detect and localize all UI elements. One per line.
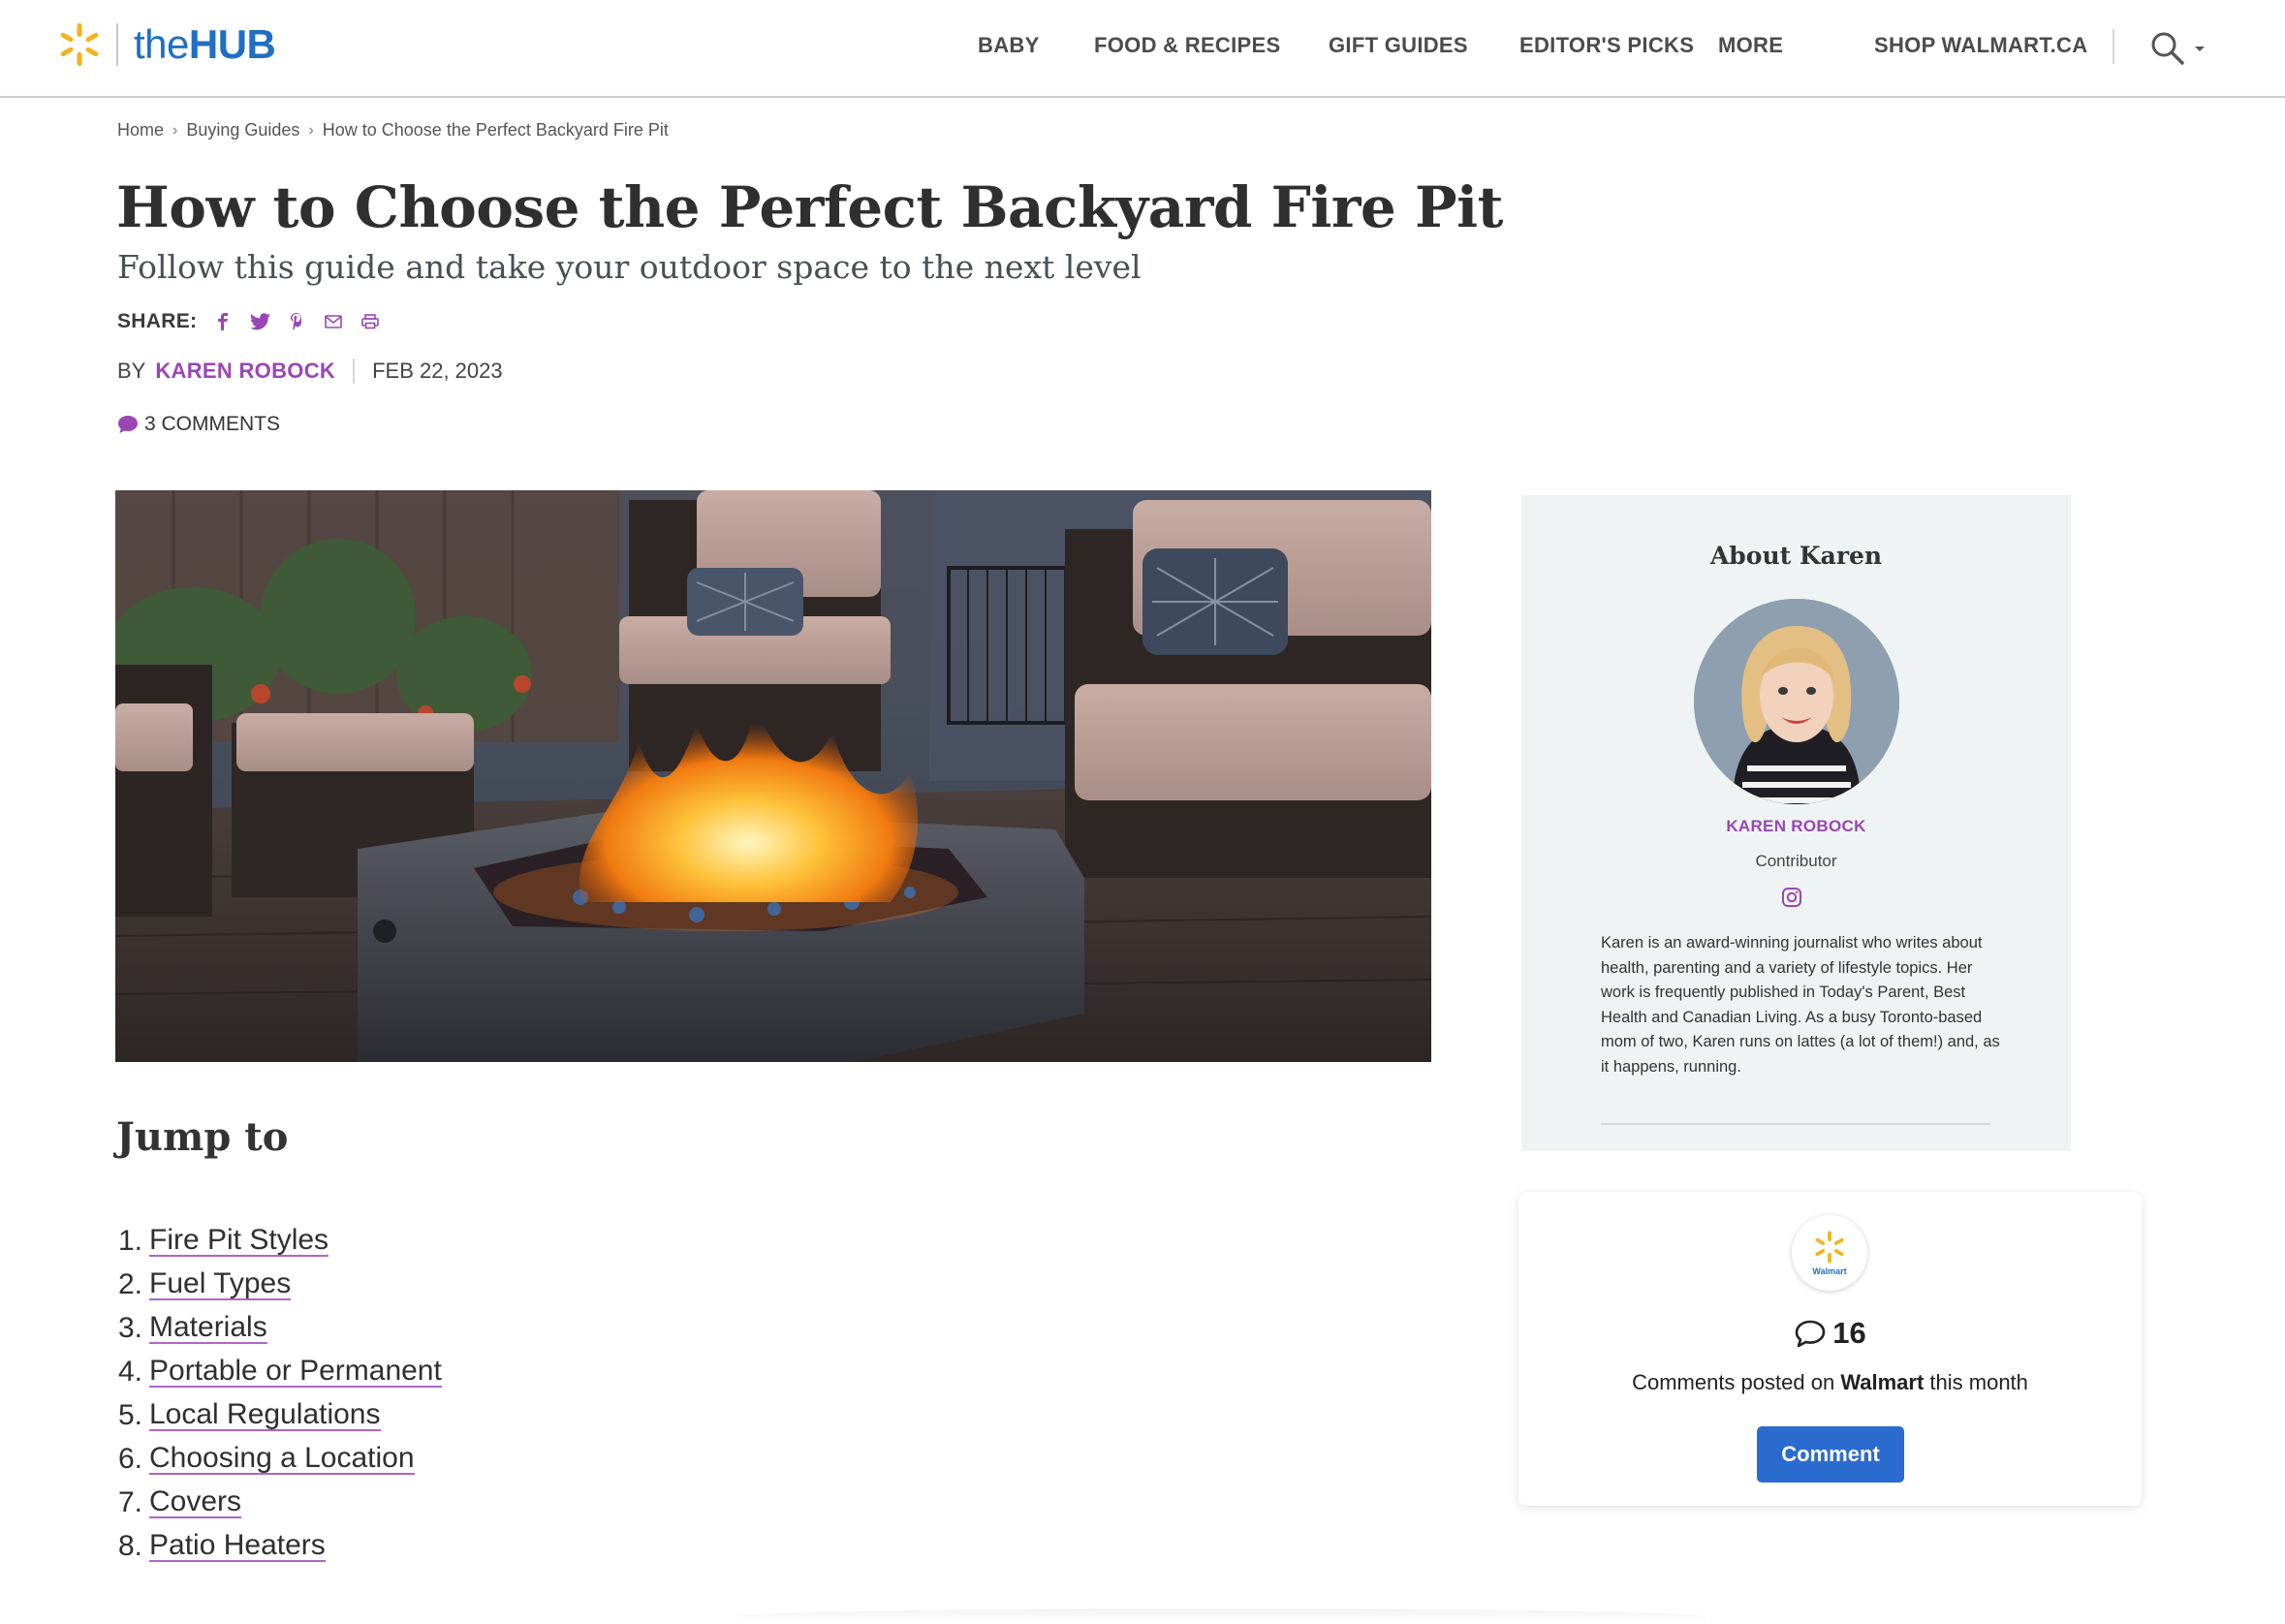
about-author-name[interactable]: KAREN ROBOCK — [1521, 817, 2071, 836]
share-label: SHARE: — [117, 310, 198, 332]
breadcrumb-separator-icon: › — [172, 121, 178, 139]
list-item: 7. Covers — [118, 1481, 442, 1524]
list-item: 1. Fire Pit Styles — [118, 1219, 442, 1263]
by-label: BY — [117, 359, 146, 383]
nav-divider — [2113, 29, 2114, 64]
jump-link-covers[interactable]: Covers — [149, 1486, 242, 1519]
caption-brand: Walmart — [1840, 1370, 1925, 1394]
author-portrait — [1694, 599, 1899, 804]
print-icon[interactable] — [360, 311, 381, 332]
instagram-icon[interactable] — [1781, 887, 1802, 908]
the-hub-logo[interactable]: theHUB — [56, 19, 276, 70]
breadcrumb-home[interactable]: Home — [117, 120, 164, 141]
jump-to-list: 1. Fire Pit Styles 2. Fuel Types 3. Materia… — [118, 1219, 442, 1568]
about-author-card: About Karen KAREN ROBOCK Contributor Kar… — [1521, 495, 2071, 1151]
byline-divider — [353, 359, 356, 384]
divider — [1601, 1123, 1990, 1125]
nav-editors-picks[interactable]: EDITOR'S PICKS — [1519, 33, 1694, 58]
search-icon — [2151, 32, 2184, 65]
list-number: 4. — [118, 1355, 143, 1388]
comments-link[interactable]: 3 COMMENTS — [117, 413, 280, 436]
caption-text: this month — [1924, 1370, 2028, 1394]
list-number: 5. — [118, 1398, 143, 1431]
jump-link-fire-pit-styles[interactable]: Fire Pit Styles — [149, 1225, 329, 1258]
jump-link-portable-or-permanent[interactable]: Portable or Permanent — [149, 1356, 442, 1389]
about-title: About Karen — [1709, 542, 1883, 570]
nav-gift-guides[interactable]: GIFT GUIDES — [1329, 33, 1468, 58]
comment-count-value: 16 — [1832, 1316, 1866, 1350]
list-item: 8. Patio Heaters — [118, 1524, 442, 1568]
share-bar: SHARE: — [117, 310, 381, 333]
breadcrumb: Home › Buying Guides › How to Choose the… — [117, 120, 669, 141]
author-link[interactable]: KAREN ROBOCK — [155, 359, 335, 384]
list-number: 8. — [118, 1529, 143, 1562]
twitter-icon[interactable] — [249, 311, 270, 332]
pinterest-icon[interactable] — [286, 311, 307, 332]
list-item: 3. Materials — [118, 1306, 442, 1350]
avatar[interactable] — [1694, 599, 1899, 804]
list-number: 2. — [118, 1267, 143, 1300]
jump-link-choosing-a-location[interactable]: Choosing a Location — [149, 1443, 415, 1476]
nav-food-recipes[interactable]: FOOD & RECIPES — [1094, 33, 1280, 58]
comment-count: 16 — [1518, 1316, 2142, 1351]
nav-more[interactable]: MORE — [1718, 33, 1783, 58]
jump-link-local-regulations[interactable]: Local Regulations — [149, 1399, 381, 1432]
breadcrumb-separator-icon: › — [308, 121, 314, 139]
page-subtitle: Follow this guide and take your outdoor … — [117, 248, 1142, 286]
about-author-bio: Karen is an award-winning journalist who… — [1601, 934, 2000, 1076]
caret-down-icon — [2195, 47, 2205, 51]
floating-bar-edge — [736, 1608, 1706, 1624]
nav-baby[interactable]: BABY — [978, 33, 1040, 58]
list-number: 1. — [118, 1224, 143, 1257]
list-item: 6. Choosing a Location — [118, 1437, 442, 1481]
list-item: 5. Local Regulations — [118, 1393, 442, 1437]
speech-bubble-icon — [1795, 1320, 1826, 1348]
walmart-logo: Walmart — [1792, 1215, 1867, 1291]
publish-date: FEB 22, 2023 — [372, 359, 503, 383]
hero-image — [115, 490, 1431, 1062]
page-title: How to Choose the Perfect Backyard Fire … — [116, 174, 1503, 240]
caption-text: Comments posted on — [1632, 1370, 1841, 1394]
facebook-icon[interactable] — [212, 311, 234, 332]
about-author-role: Contributor — [1755, 852, 1837, 870]
email-icon[interactable] — [323, 311, 344, 332]
jump-link-fuel-types[interactable]: Fuel Types — [149, 1268, 292, 1301]
comments-count: 3 COMMENTS — [144, 413, 281, 435]
logo-wordmark: theHUB — [134, 21, 276, 67]
nav-shop-walmart[interactable]: SHOP WALMART.CA — [1874, 33, 2087, 58]
comment-button[interactable]: Comment — [1757, 1426, 1904, 1483]
search-button[interactable] — [2149, 29, 2207, 68]
list-number: 6. — [118, 1442, 143, 1475]
list-item: 2. Fuel Types — [118, 1263, 442, 1306]
breadcrumb-current: How to Choose the Perfect Backyard Fire … — [322, 120, 669, 140]
breadcrumb-buying-guides[interactable]: Buying Guides — [186, 120, 299, 141]
list-number: 7. — [118, 1485, 143, 1518]
walmart-spark-icon — [60, 23, 99, 66]
walmart-logo-text: Walmart — [1812, 1266, 1847, 1276]
list-item: 4. Portable or Permanent — [118, 1350, 442, 1393]
site-header: theHUB BABY FOOD & RECIPES GIFT GUIDES E… — [0, 0, 2285, 98]
byline: BY KAREN ROBOCK FEB 22, 2023 — [117, 359, 503, 384]
comment-widget-caption: Comments posted on Walmart this month — [1518, 1370, 2142, 1395]
walmart-spark-icon — [1815, 1231, 1844, 1264]
jump-link-patio-heaters[interactable]: Patio Heaters — [149, 1530, 326, 1563]
logo-divider — [116, 23, 118, 66]
jump-link-materials[interactable]: Materials — [149, 1312, 267, 1345]
comment-bubble-icon — [118, 416, 138, 433]
comment-widget: Walmart 16 Comments posted on Walmart th… — [1518, 1192, 2142, 1506]
fire-pit-patio-photo — [115, 490, 1431, 1062]
jump-to-heading: Jump to — [116, 1114, 289, 1160]
list-number: 3. — [118, 1311, 143, 1344]
